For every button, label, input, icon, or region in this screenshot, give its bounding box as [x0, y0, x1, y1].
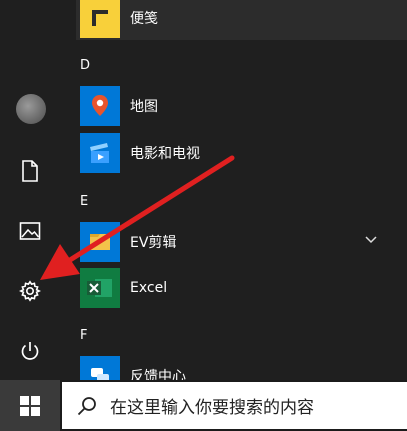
chevron-down-icon[interactable]	[365, 234, 377, 244]
settings-icon	[19, 280, 41, 302]
search-placeholder: 在这里输入你要搜索的内容	[110, 398, 314, 418]
pictures-button[interactable]	[0, 206, 60, 256]
pictures-icon	[19, 222, 41, 240]
ev-editor-icon	[80, 222, 120, 262]
movies-tv-icon	[80, 133, 120, 173]
app-list: 便笺 D 地图 电影和电视 E EV剪辑 Excel F 反馈中心	[60, 0, 407, 396]
app-item-movies-tv[interactable]: 电影和电视	[80, 133, 407, 173]
app-label: 电影和电视	[130, 146, 200, 162]
app-item-sticky-notes[interactable]: 便笺	[80, 0, 407, 38]
app-label: EV剪辑	[130, 235, 177, 251]
documents-button[interactable]	[0, 146, 60, 196]
section-header-d[interactable]: D	[80, 58, 90, 73]
start-button[interactable]	[0, 380, 60, 431]
search-box[interactable]: 在这里输入你要搜索的内容	[62, 382, 407, 429]
settings-button[interactable]	[0, 266, 60, 316]
search-icon	[77, 396, 96, 415]
app-item-maps[interactable]: 地图	[80, 86, 407, 126]
user-avatar[interactable]	[16, 94, 46, 124]
section-header-e[interactable]: E	[80, 194, 88, 209]
app-label: 便笺	[130, 11, 158, 27]
windows-logo-icon	[20, 395, 40, 416]
section-header-f[interactable]: F	[80, 328, 87, 343]
documents-icon	[22, 160, 38, 182]
app-item-ev-editor[interactable]: EV剪辑	[80, 222, 407, 262]
app-label: 地图	[130, 99, 158, 115]
excel-icon	[80, 268, 120, 308]
start-menu-rail	[0, 0, 60, 380]
sticky-notes-icon	[80, 0, 120, 38]
power-button[interactable]	[0, 326, 60, 376]
maps-icon	[80, 86, 120, 126]
app-item-excel[interactable]: Excel	[80, 268, 407, 308]
app-label: Excel	[130, 280, 168, 296]
power-icon	[21, 342, 39, 360]
start-menu: 便笺 D 地图 电影和电视 E EV剪辑 Excel F 反馈中心	[0, 0, 407, 396]
taskbar: 在这里输入你要搜索的内容	[0, 380, 407, 431]
